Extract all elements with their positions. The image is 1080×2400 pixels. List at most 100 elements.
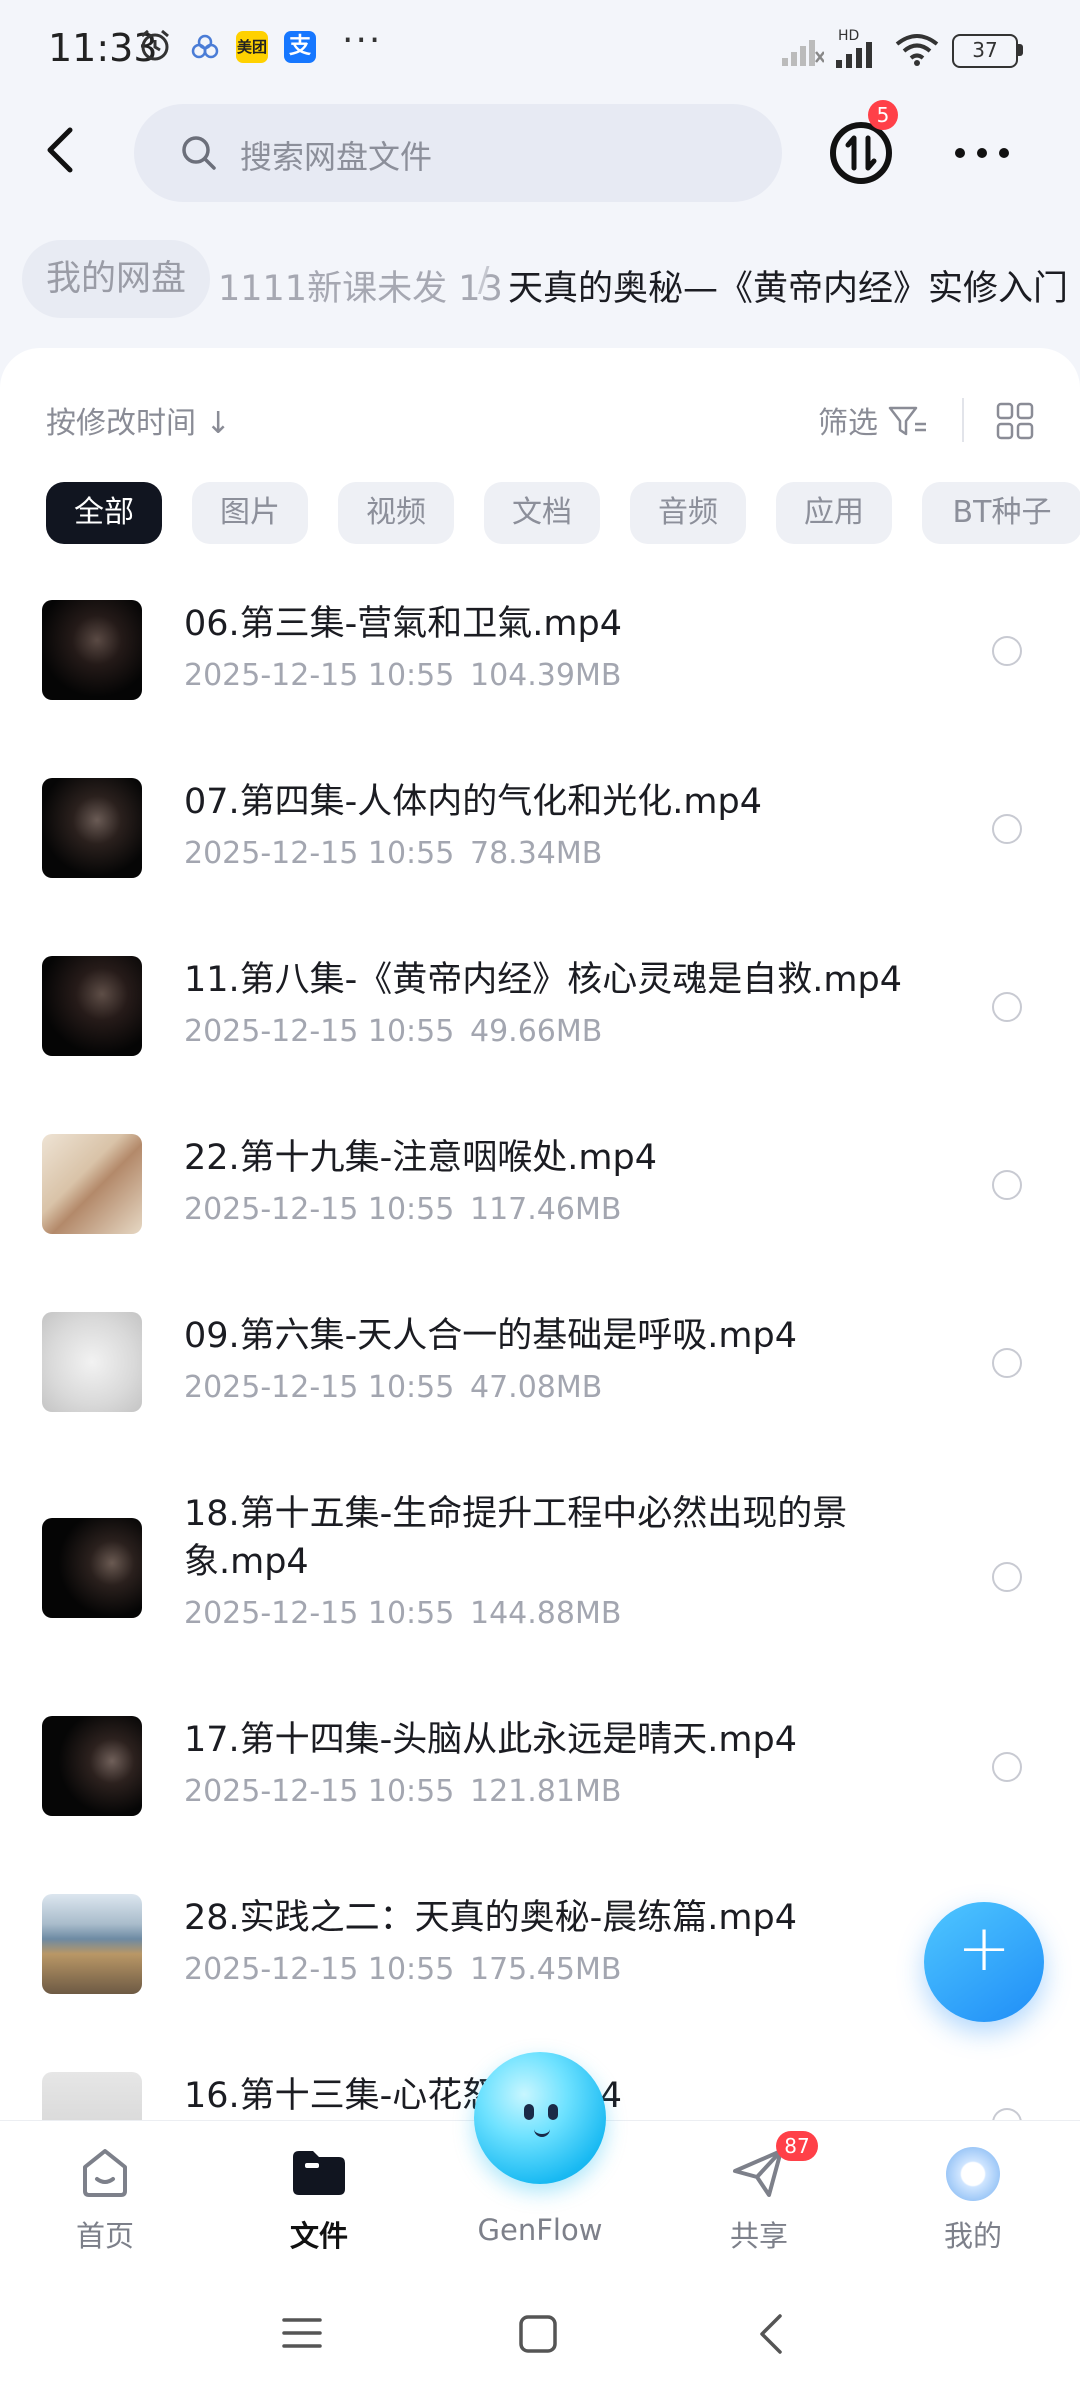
signal-1-icon — [782, 40, 824, 66]
wifi-icon — [895, 34, 939, 66]
select-checkbox[interactable] — [992, 1348, 1022, 1378]
select-checkbox[interactable] — [992, 1752, 1022, 1782]
file-row[interactable]: 18.第十五集-生命提升工程中必然出现的景象.mp4 2025-12-15 10… — [0, 1468, 1080, 1694]
orb-eye-left — [524, 2104, 534, 2120]
video-thumbnail — [42, 956, 142, 1056]
orb-mouth — [534, 2126, 550, 2137]
file-date: 2025-12-15 10:55 — [184, 1596, 455, 1631]
file-name: 07.第四集-人体内的气化和光化.mp4 — [184, 782, 762, 822]
tab-apps[interactable]: 应用 — [776, 482, 892, 544]
nav-genflow-label: GenFlow — [477, 2213, 603, 2247]
alipay-icon: 支 — [284, 31, 316, 63]
tab-audio[interactable]: 音频 — [630, 482, 746, 544]
file-name: 17.第十四集-头脑从此永远是晴天.mp4 — [184, 1720, 797, 1760]
nav-home-label: 首页 — [75, 2219, 134, 2253]
file-row[interactable]: 22.第十九集-注意咽喉处.mp4 2025-12-15 10:55 117.4… — [0, 1112, 1080, 1290]
video-thumbnail — [42, 778, 142, 878]
share-badge: 87 — [776, 2131, 818, 2161]
grid-view-icon[interactable] — [996, 402, 1034, 440]
transfer-button[interactable]: 5 — [826, 100, 898, 188]
nav-profile[interactable]: 我的 — [898, 2121, 1048, 2271]
video-thumbnail — [42, 600, 142, 700]
file-size: 47.08MB — [470, 1370, 603, 1405]
nav-home[interactable]: 首页 — [30, 2121, 180, 2271]
file-name: 11.第八集-《黄帝内经》核心灵魂是自救.mp4 — [184, 960, 902, 1000]
file-name: 09.第六集-天人合一的基础是呼吸.mp4 — [184, 1316, 797, 1356]
tab-all[interactable]: 全部 — [46, 482, 162, 544]
breadcrumb: 我的网盘 1111新课未发 13 / 天真的奥秘—《黄帝内经》实修入门 — [0, 240, 1080, 320]
filter-icon[interactable] — [888, 404, 928, 438]
add-button[interactable]: + — [924, 1902, 1044, 2022]
search-icon — [182, 136, 216, 170]
profile-icon — [946, 2147, 1000, 2201]
nav-files[interactable]: 文件 — [244, 2121, 394, 2271]
file-row[interactable]: 28.实践之二：天真的奥秘-晨练篇.mp4 2025-12-15 10:55 1… — [0, 1872, 1080, 2050]
alarm-icon — [141, 29, 169, 61]
nav-profile-label: 我的 — [943, 2219, 1002, 2253]
file-name: 22.第十九集-注意咽喉处.mp4 — [184, 1138, 657, 1178]
tab-bt-seeds[interactable]: BT种子 — [922, 482, 1080, 544]
signal-2-icon — [836, 42, 872, 68]
select-checkbox[interactable] — [992, 636, 1022, 666]
battery-tip — [1018, 44, 1023, 56]
file-name: 28.实践之二：天真的奥秘-晨练篇.mp4 — [184, 1898, 797, 1938]
file-row[interactable]: 17.第十四集-头脑从此永远是晴天.mp4 2025-12-15 10:55 1… — [0, 1694, 1080, 1872]
system-navigation-bar — [0, 2270, 1080, 2400]
folder-icon — [293, 2151, 345, 2195]
file-row[interactable]: 09.第六集-天人合一的基础是呼吸.mp4 2025-12-15 10:55 4… — [0, 1290, 1080, 1468]
breadcrumb-root[interactable]: 我的网盘 — [22, 240, 211, 318]
file-row[interactable]: 11.第八集-《黄帝内经》核心灵魂是自救.mp4 2025-12-15 10:5… — [0, 934, 1080, 1112]
home-button-icon[interactable] — [518, 2314, 558, 2354]
file-size: 144.88MB — [470, 1596, 622, 1631]
select-checkbox[interactable] — [992, 1170, 1022, 1200]
file-size: 104.39MB — [470, 658, 622, 693]
filter-button[interactable]: 筛选 — [818, 398, 878, 442]
select-checkbox[interactable] — [992, 1562, 1022, 1592]
file-size: 49.66MB — [470, 1014, 603, 1049]
file-date: 2025-12-15 10:55 — [184, 1952, 455, 1987]
genflow-orb-icon[interactable] — [474, 2052, 606, 2184]
nav-share[interactable]: 87 共享 — [684, 2121, 834, 2271]
file-date: 2025-12-15 10:55 — [184, 1014, 455, 1049]
sort-button[interactable]: 按修改时间 ↓ — [46, 398, 231, 442]
video-thumbnail — [42, 1134, 142, 1234]
recent-apps-icon[interactable] — [282, 2316, 322, 2350]
file-date: 2025-12-15 10:55 — [184, 658, 455, 693]
transfer-badge: 5 — [868, 100, 898, 130]
file-type-tabs: 全部 图片 视频 文档 音频 应用 BT种子 — [46, 482, 1080, 544]
file-size: 175.45MB — [470, 1952, 622, 1987]
nav-files-label: 文件 — [289, 2219, 348, 2253]
breadcrumb-separator: / — [478, 260, 490, 300]
plus-icon: + — [957, 1912, 1011, 1986]
orb-eye-right — [548, 2104, 558, 2120]
video-thumbnail — [42, 1518, 142, 1618]
file-size: 121.81MB — [470, 1774, 622, 1809]
file-date: 2025-12-15 10:55 — [184, 836, 455, 871]
file-name: 06.第三集-营氣和卫氣.mp4 — [184, 604, 622, 644]
tab-images[interactable]: 图片 — [192, 482, 308, 544]
video-thumbnail — [42, 1716, 142, 1816]
nav-share-label: 共享 — [729, 2219, 788, 2253]
tab-videos[interactable]: 视频 — [338, 482, 454, 544]
search-input[interactable]: 搜索网盘文件 — [134, 104, 782, 202]
back-button[interactable] — [30, 118, 94, 182]
toolbar-divider — [962, 398, 964, 442]
search-placeholder: 搜索网盘文件 — [240, 138, 433, 176]
breadcrumb-current: 天真的奥秘—《黄帝内经》实修入门 — [508, 269, 1069, 309]
back-nav-icon[interactable] — [756, 2312, 786, 2356]
video-thumbnail — [42, 1894, 142, 1994]
file-row[interactable]: 07.第四集-人体内的气化和光化.mp4 2025-12-15 10:55 78… — [0, 756, 1080, 934]
tab-documents[interactable]: 文档 — [484, 482, 600, 544]
meituan-icon: 美团 — [236, 31, 268, 63]
battery-icon: 37 — [952, 34, 1018, 68]
video-thumbnail — [42, 1312, 142, 1412]
breadcrumb-parent[interactable]: 1111新课未发 13 — [218, 260, 503, 311]
select-checkbox[interactable] — [992, 992, 1022, 1022]
select-checkbox[interactable] — [992, 814, 1022, 844]
cloud-app-icon — [191, 34, 219, 59]
file-date: 2025-12-15 10:55 — [184, 1370, 455, 1405]
more-notifications-icon: ··· — [342, 20, 383, 61]
file-row[interactable]: 06.第三集-营氣和卫氣.mp4 2025-12-15 10:55 104.39… — [0, 578, 1080, 756]
more-menu-button[interactable] — [952, 138, 1012, 168]
file-name: 18.第十五集-生命提升工程中必然出现的景象.mp4 — [184, 1494, 848, 1582]
